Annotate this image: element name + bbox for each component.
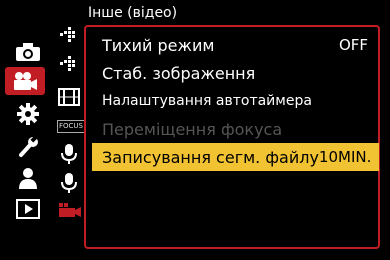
- sub-tab-1[interactable]: [58, 24, 80, 46]
- person-icon: [19, 168, 37, 189]
- menu-item-label: Записування сегм. файлу: [102, 147, 319, 167]
- menu-item-label: Тихий режим: [102, 35, 215, 55]
- menu-title: Інше (відео): [88, 5, 178, 21]
- sub-tab-2[interactable]: [58, 53, 80, 75]
- main-tab-playback[interactable]: [10, 195, 46, 223]
- menu-item-label: Переміщення фокуса: [102, 119, 283, 139]
- camera-icon: [16, 43, 40, 61]
- menu-item-label: Налаштування автотаймера: [102, 93, 312, 109]
- image-quality-plus-icon: [60, 56, 75, 71]
- main-tab-video[interactable]: [5, 67, 45, 95]
- sub-tab-7[interactable]: [58, 199, 82, 221]
- menu-item-image-stabilizer[interactable]: Стаб. зображення: [102, 59, 380, 87]
- microphone-icon: [61, 144, 77, 164]
- menu-screen: Інше (відео) FOCUS Тихий режим OFF Стаб.…: [0, 0, 390, 260]
- video-sub-icon: [59, 203, 81, 217]
- menu-item-silent-mode[interactable]: Тихий режим OFF: [102, 31, 380, 59]
- menu-item-value: 10MIN.: [318, 148, 372, 166]
- image-quality-icon: [60, 27, 75, 42]
- sub-tab-4[interactable]: FOCUS: [57, 115, 85, 137]
- menu-item-segmented-file-recording[interactable]: Записування сегм. файлу 10MIN.: [92, 143, 379, 171]
- menu-item-self-timer-settings[interactable]: Налаштування автотаймера: [102, 87, 380, 115]
- main-tab-mymenu[interactable]: [10, 164, 46, 192]
- video-camera-icon: [14, 72, 37, 90]
- menu-item-focus-transition: Переміщення фокуса: [102, 115, 380, 143]
- playback-icon: [16, 199, 40, 219]
- gear-icon: [17, 103, 39, 125]
- main-tab-custom[interactable]: [10, 133, 46, 161]
- sub-tab-5[interactable]: [58, 143, 80, 165]
- main-tab-camera[interactable]: [10, 38, 46, 66]
- sub-tab-3[interactable]: [58, 86, 80, 108]
- sub-tab-6[interactable]: [58, 172, 80, 194]
- microphone-plus-icon: [61, 173, 77, 193]
- wrench-icon: [19, 135, 38, 157]
- menu-item-value: OFF: [338, 36, 368, 54]
- main-tab-settings[interactable]: [10, 100, 46, 128]
- film-strip-icon: [58, 88, 80, 106]
- focus-icon: FOCUS: [57, 119, 85, 133]
- menu-item-label: Стаб. зображення: [102, 63, 256, 83]
